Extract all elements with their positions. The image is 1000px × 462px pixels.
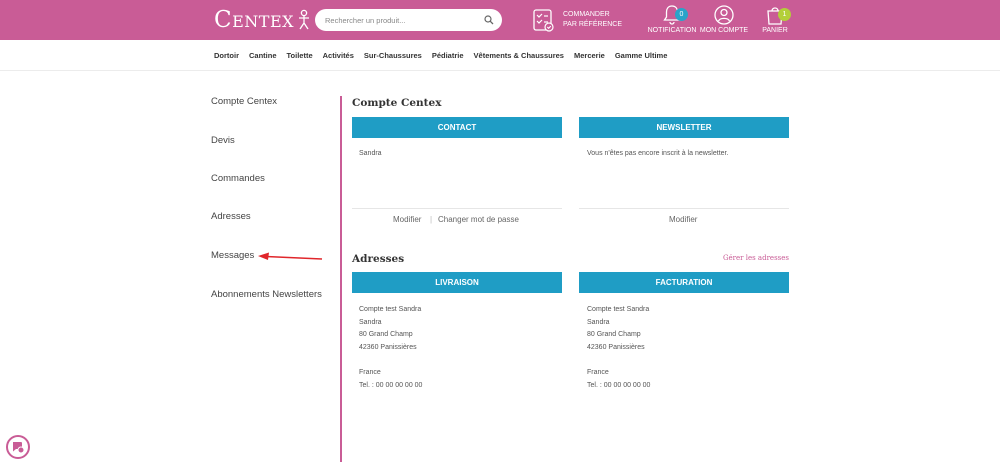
address-spacer [587, 354, 650, 367]
address-line: Tel. : 00 00 00 00 00 [359, 381, 423, 389]
nav-item-sur-chaussures[interactable]: Sur-Chaussures [364, 51, 422, 60]
manage-addresses-link[interactable]: Gérer les adresses [700, 254, 789, 262]
nav-item-gamme-ultime[interactable]: Gamme Ultime [615, 51, 668, 60]
checklist-icon [533, 9, 554, 32]
annotation-arrow-icon [258, 252, 323, 260]
nav-item-toilette[interactable]: Toilette [287, 51, 313, 60]
billing-address: Compte test Sandra Sandra 80 Grand Champ… [587, 304, 650, 392]
address-line: Sandra [359, 318, 382, 326]
address-line: France [587, 368, 609, 376]
logo-text: Centex [214, 7, 295, 33]
address-line: 80 Grand Champ [587, 331, 641, 339]
nav-item-dortoir[interactable]: Dortoir [214, 51, 239, 60]
user-icon [714, 5, 734, 25]
sidebar-item-compte-centex[interactable]: Compte Centex [211, 96, 277, 107]
addresses-section-title: Adresses [352, 253, 405, 265]
search-bar [315, 9, 502, 31]
top-header: Centex COMMANDER PAR RÉFÉRENCE NOTIFICAT… [0, 0, 1000, 40]
contact-box-header: CONTACT [352, 117, 562, 138]
address-line: 80 Grand Champ [359, 331, 413, 339]
search-input[interactable] [325, 15, 484, 25]
notification-count-badge: 0 [675, 8, 688, 21]
newsletter-divider [579, 208, 789, 209]
nav-item-vetements-chaussures[interactable]: Vêtements & Chaussures [474, 51, 564, 60]
my-account-label: MON COMPTE [699, 27, 749, 34]
logo-figure-icon [299, 9, 310, 30]
newsletter-status-text: Vous n'êtes pas encore inscrit à la news… [587, 150, 729, 157]
change-password-link[interactable]: Changer mot de passe [438, 215, 519, 224]
sidebar-item-abonnements-newsletters[interactable]: Abonnements Newsletters [211, 289, 322, 300]
nav-item-cantine[interactable]: Cantine [249, 51, 277, 60]
chat-icon [13, 442, 25, 454]
sidebar-item-adresses[interactable]: Adresses [211, 211, 251, 222]
address-line: Compte test Sandra [587, 306, 650, 313]
search-icon[interactable] [484, 15, 494, 25]
content-divider [340, 96, 342, 462]
cart-count-badge: 1 [778, 8, 791, 21]
address-line: Compte test Sandra [359, 306, 422, 313]
cart-button[interactable]: PANIER [745, 4, 805, 34]
delivery-address: Compte test Sandra Sandra 80 Grand Champ… [359, 304, 422, 392]
order-by-reference-label: COMMANDER PAR RÉFÉRENCE [563, 11, 622, 28]
address-line: Sandra [587, 318, 610, 326]
nav-item-mercerie[interactable]: Mercerie [574, 51, 605, 60]
order-by-reference-button[interactable]: COMMANDER PAR RÉFÉRENCE [533, 8, 623, 32]
notification-label: NOTIFICATION [647, 27, 697, 34]
sidebar-item-messages[interactable]: Messages [211, 250, 254, 261]
address-line: Tel. : 00 00 00 00 00 [587, 381, 651, 389]
chat-button[interactable] [6, 435, 30, 459]
account-section-title: Compte Centex [352, 97, 442, 109]
newsletter-modify-link[interactable]: Modifier [669, 215, 697, 224]
address-line: France [359, 368, 381, 376]
link-separator: | [430, 215, 433, 224]
address-line: 42360 Panissières [587, 343, 645, 351]
address-line: 42360 Panissières [359, 343, 417, 351]
logo[interactable]: Centex [214, 5, 312, 35]
nav-item-pediatrie[interactable]: Pédiatrie [432, 51, 464, 60]
sidebar-item-commandes[interactable]: Commandes [211, 173, 265, 184]
nav-item-activites[interactable]: Activités [323, 51, 354, 60]
address-spacer [359, 354, 422, 367]
contact-divider [352, 208, 562, 209]
contact-name: Sandra [359, 150, 382, 157]
notification-button[interactable]: NOTIFICATION [642, 4, 702, 34]
delivery-box-header: LIVRAISON [352, 272, 562, 293]
newsletter-box-header: NEWSLETTER [579, 117, 789, 138]
contact-modify-link[interactable]: Modifier [393, 215, 421, 224]
cart-label: PANIER [762, 27, 788, 34]
category-nav: Dortoir Cantine Toilette Activités Sur-C… [0, 40, 1000, 71]
billing-box-header: FACTURATION [579, 272, 789, 293]
sidebar-item-devis[interactable]: Devis [211, 135, 235, 146]
